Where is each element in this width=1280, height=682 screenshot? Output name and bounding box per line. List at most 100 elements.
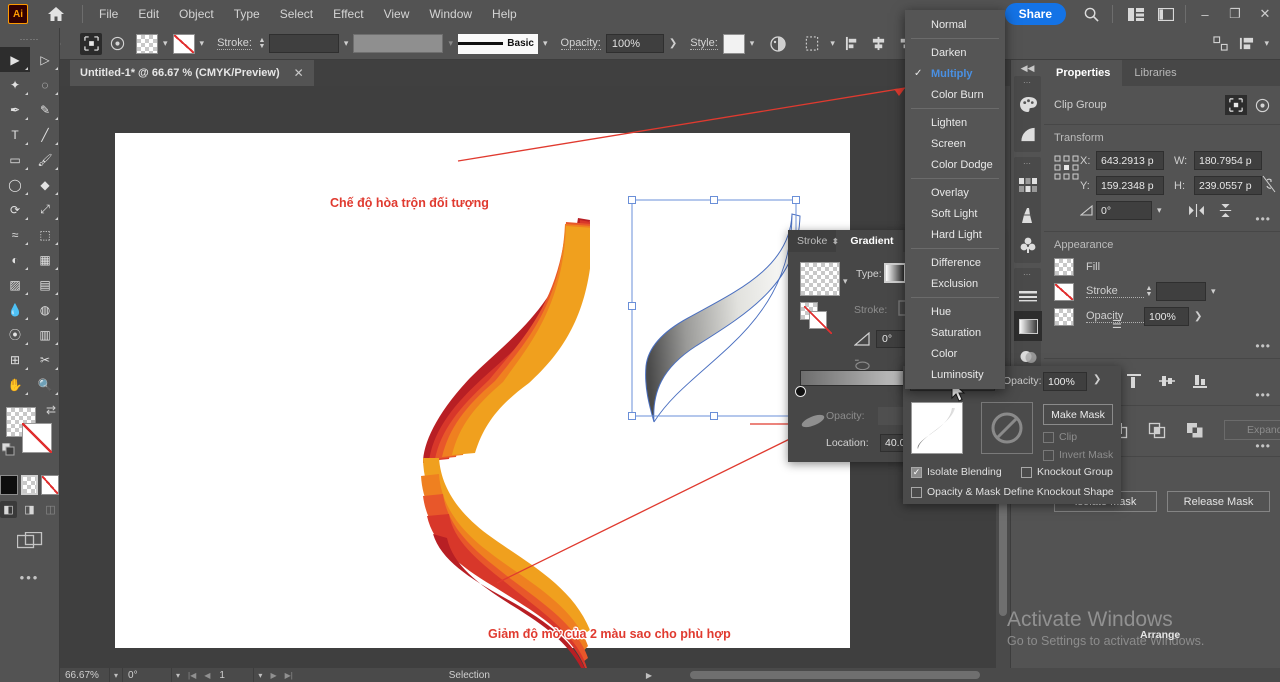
graphic-style-swatch[interactable] — [722, 33, 745, 54]
stroke-weight-stepper[interactable]: ▲ ▼ — [257, 37, 267, 50]
intersect-icon[interactable] — [1148, 422, 1166, 439]
document-tab-close-icon[interactable]: ✕ — [294, 66, 304, 80]
menu-help[interactable]: Help — [482, 3, 527, 25]
stroke-color-control[interactable]: ▾ — [172, 33, 210, 54]
blend-mode-luminosity[interactable]: Luminosity — [905, 364, 1005, 385]
brush-chevron-down-icon[interactable]: ▾ — [543, 38, 548, 49]
fill-swatch[interactable] — [136, 33, 158, 54]
isolate-selected-object-icon[interactable] — [80, 32, 102, 55]
stroke-swatch-none[interactable] — [172, 33, 195, 54]
status-play-icon[interactable]: ▶ — [646, 671, 652, 680]
w-field[interactable]: 180.7954 p — [1194, 151, 1262, 170]
collapse-panels-icon[interactable]: ◀◀ — [1011, 60, 1044, 76]
workspace-switcher-icon[interactable] — [1151, 0, 1181, 28]
make-mask-button[interactable]: Make Mask — [1043, 404, 1113, 425]
blend-mode-normal[interactable]: Normal — [905, 14, 1005, 35]
blend-mode-hard-light[interactable]: Hard Light — [905, 224, 1005, 245]
horizontal-scroll-thumb[interactable] — [690, 671, 980, 679]
tab-properties[interactable]: Properties — [1044, 60, 1123, 86]
menu-window[interactable]: Window — [419, 3, 482, 25]
pen-tool[interactable]: ✒ — [0, 97, 30, 122]
blend-mode-saturation[interactable]: Saturation — [905, 322, 1005, 343]
opacity-mask-knockout-checkbox[interactable] — [911, 486, 922, 498]
tab-gradient[interactable]: ⬍ Gradient — [832, 230, 903, 252]
artboard[interactable]: Chế độ hòa trộn đối tượng Giảm độ mờ của… — [115, 133, 850, 668]
style-chevron-down-icon[interactable]: ▾ — [750, 38, 755, 49]
scale-tool[interactable]: ⤢ — [30, 197, 60, 222]
rectangle-tool[interactable]: ▭ — [0, 147, 30, 172]
stroke-weight-chevron-down-icon[interactable]: ▾ — [344, 38, 349, 49]
pathfinder-more-options-icon[interactable]: ••• — [1255, 439, 1271, 453]
stroke-weight-field[interactable] — [268, 34, 339, 53]
draw-normal-icon[interactable]: ◧ — [0, 501, 17, 518]
shaper-tool[interactable]: ◯ — [0, 172, 30, 197]
link-dimensions-icon[interactable] — [1262, 151, 1276, 193]
stroke-weight-stepper-2[interactable]: ▲ ▼ — [1144, 285, 1154, 298]
flip-horizontal-icon[interactable] — [1188, 204, 1204, 217]
appearance-panel-icon[interactable]: ☰ — [1112, 318, 1122, 331]
align-bottom-icon[interactable] — [1192, 373, 1208, 389]
h-field[interactable]: 239.0557 p — [1194, 176, 1262, 195]
line-segment-tool[interactable]: ╱ — [30, 122, 60, 147]
perspective-grid-tool[interactable]: ▦ — [30, 247, 60, 272]
stroke-panel-icon[interactable] — [1014, 281, 1042, 311]
angle-field[interactable]: 0° — [1096, 201, 1152, 220]
align-left-icon[interactable] — [842, 33, 864, 55]
blend-mode-screen[interactable]: Screen — [905, 133, 1005, 154]
ribbon-artwork[interactable] — [415, 208, 590, 668]
menu-effect[interactable]: Effect — [323, 3, 373, 25]
blend-tool[interactable]: ◍ — [30, 297, 60, 322]
search-icon[interactable] — [1076, 0, 1106, 28]
dock-grip-2[interactable]: ⋯ — [1014, 157, 1041, 170]
y-field[interactable]: 159.2348 p — [1096, 176, 1164, 195]
maximize-button[interactable]: ❐ — [1220, 0, 1250, 28]
gradient-swatch[interactable] — [20, 475, 39, 495]
minimize-button[interactable]: – — [1190, 0, 1220, 28]
magic-wand-tool[interactable]: ✦ — [0, 72, 30, 97]
draw-inside-icon[interactable]: ◫ — [42, 501, 59, 518]
home-icon[interactable] — [44, 3, 68, 25]
angle-chevron-down-icon[interactable]: ▾ — [1157, 205, 1162, 216]
slice-tool[interactable]: ✂ — [30, 347, 60, 372]
eraser-tool[interactable]: ◆ — [30, 172, 60, 197]
color-guide-panel-icon[interactable] — [1014, 119, 1042, 149]
blend-mode-color-dodge[interactable]: Color Dodge — [905, 154, 1005, 175]
last-page-icon[interactable]: ▶| — [285, 671, 293, 680]
blend-mode-color-burn[interactable]: Color Burn — [905, 84, 1005, 105]
menu-view[interactable]: View — [374, 3, 420, 25]
next-page-icon[interactable]: ▶ — [270, 671, 276, 680]
menu-object[interactable]: Object — [169, 3, 224, 25]
eyedropper-tool[interactable]: 💧 — [0, 297, 30, 322]
brushes-panel-icon[interactable] — [1014, 200, 1042, 230]
isolate-blending-checkbox[interactable]: ✓ — [911, 466, 922, 478]
mesh-tool[interactable]: ▨ — [0, 272, 30, 297]
blend-mode-difference[interactable]: Difference — [905, 252, 1005, 273]
control-bar-chevron-down-icon[interactable]: ▾ — [1264, 38, 1269, 49]
target-icon[interactable] — [1255, 98, 1270, 113]
color-panel-icon[interactable] — [1014, 89, 1042, 119]
none-swatch[interactable] — [41, 475, 59, 495]
width-tool[interactable]: ≈ — [0, 222, 30, 247]
linear-gradient-icon[interactable] — [884, 263, 906, 283]
appearance-fill-swatch[interactable] — [1054, 258, 1074, 276]
align-middle-icon[interactable] — [1159, 373, 1175, 389]
x-field[interactable]: 643.2913 p — [1096, 151, 1164, 170]
edit-toolbar-icon[interactable]: ••• — [0, 570, 59, 585]
zoom-chevron-down-icon[interactable]: ▾ — [114, 671, 118, 680]
align-more-options-icon[interactable]: ••• — [1255, 388, 1271, 402]
change-screen-mode-icon[interactable] — [0, 532, 59, 552]
previous-page-icon[interactable]: ◀ — [204, 671, 210, 680]
hand-tool[interactable]: ✋ — [0, 372, 30, 397]
target-indicator-icon[interactable] — [106, 33, 128, 55]
symbols-panel-icon[interactable] — [1014, 230, 1042, 260]
appearance-stroke-swatch[interactable] — [1054, 282, 1074, 301]
dock-grip[interactable]: ⋯ — [1014, 76, 1041, 89]
isolate-selection-icon[interactable] — [1225, 95, 1247, 115]
color-swatch-black[interactable] — [0, 475, 18, 495]
paintbrush-tool[interactable]: 🖌 — [30, 147, 60, 172]
blend-mode-dropdown-menu[interactable]: Normal Darken Multiply Color Burn Lighte… — [905, 10, 1005, 389]
page-chevron-down-icon[interactable]: ▾ — [258, 671, 262, 680]
menu-type[interactable]: Type — [224, 3, 270, 25]
blend-mode-color[interactable]: Color — [905, 343, 1005, 364]
blend-mode-overlay[interactable]: Overlay — [905, 182, 1005, 203]
